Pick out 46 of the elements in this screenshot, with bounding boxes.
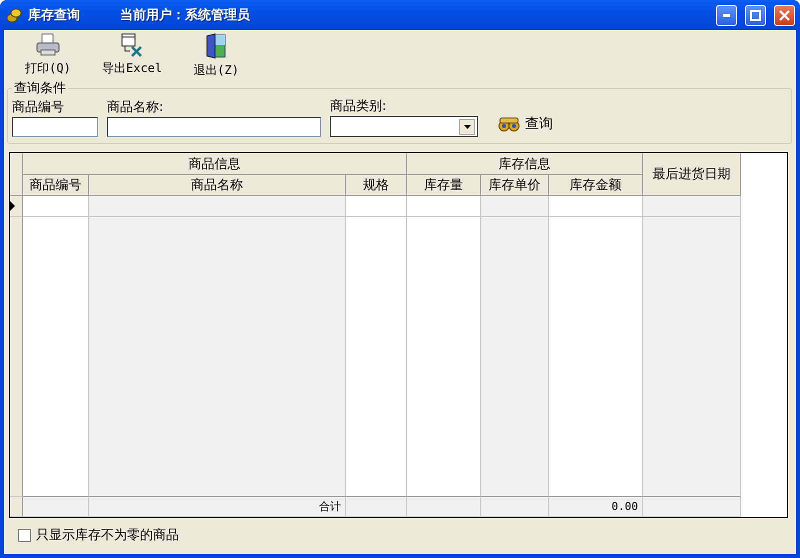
- column-header[interactable]: 库存金额: [549, 175, 643, 196]
- total-label: 合计: [319, 499, 341, 514]
- minimize-icon: [722, 14, 730, 16]
- table-cell[interactable]: [481, 196, 549, 217]
- row-header[interactable]: [10, 196, 23, 217]
- current-user: 当前用户：系统管理员: [120, 6, 250, 24]
- group-title: 查询条件: [13, 80, 67, 97]
- window-title: 库存查询: [28, 6, 80, 24]
- coins-icon: [6, 7, 22, 23]
- table-cell[interactable]: [407, 196, 481, 217]
- total-amount: 0.00: [612, 500, 638, 513]
- input-field[interactable]: [12, 117, 98, 137]
- field-label: 商品名称:: [107, 99, 164, 116]
- toolbar-button[interactable]: 打印(Q): [18, 33, 78, 79]
- column-header[interactable]: 库存单价: [481, 175, 549, 196]
- export-icon: [120, 33, 144, 57]
- maximize-button[interactable]: [745, 4, 766, 26]
- printer-icon: [35, 33, 61, 57]
- close-icon: [779, 10, 790, 20]
- close-button[interactable]: [774, 4, 795, 26]
- toolbar-button[interactable]: 导出Excel: [102, 33, 162, 79]
- table-cell[interactable]: [643, 196, 741, 217]
- door-icon: [205, 33, 228, 59]
- column-header[interactable]: 商品名称: [89, 175, 346, 196]
- input-field[interactable]: [107, 117, 321, 137]
- column-header[interactable]: 规格: [346, 175, 407, 196]
- maximize-icon: [750, 10, 761, 20]
- column-header[interactable]: 最后进货日期: [643, 153, 741, 196]
- column-header[interactable]: 商品编号: [23, 175, 89, 196]
- column-header[interactable]: 库存量: [407, 175, 481, 196]
- field-label: 商品类别:: [330, 98, 388, 115]
- table-cell[interactable]: [346, 196, 407, 217]
- table-cell[interactable]: [549, 196, 643, 217]
- group-header: 库存信息: [407, 153, 643, 175]
- minimize-button[interactable]: [716, 4, 737, 26]
- checkbox[interactable]: [18, 528, 31, 542]
- binoculars-icon: [497, 116, 521, 132]
- checkbox-label: 只显示库存不为零的商品: [36, 527, 179, 544]
- group-header: 商品信息: [23, 153, 407, 175]
- table-cell[interactable]: [23, 196, 89, 217]
- toolbar-button[interactable]: 退出(Z): [186, 33, 246, 79]
- field-label: 商品编号: [12, 99, 65, 116]
- category-dropdown[interactable]: [330, 116, 478, 137]
- header-corner: [10, 153, 23, 196]
- search-button[interactable]: 查询: [497, 115, 553, 133]
- table-cell[interactable]: [89, 196, 346, 217]
